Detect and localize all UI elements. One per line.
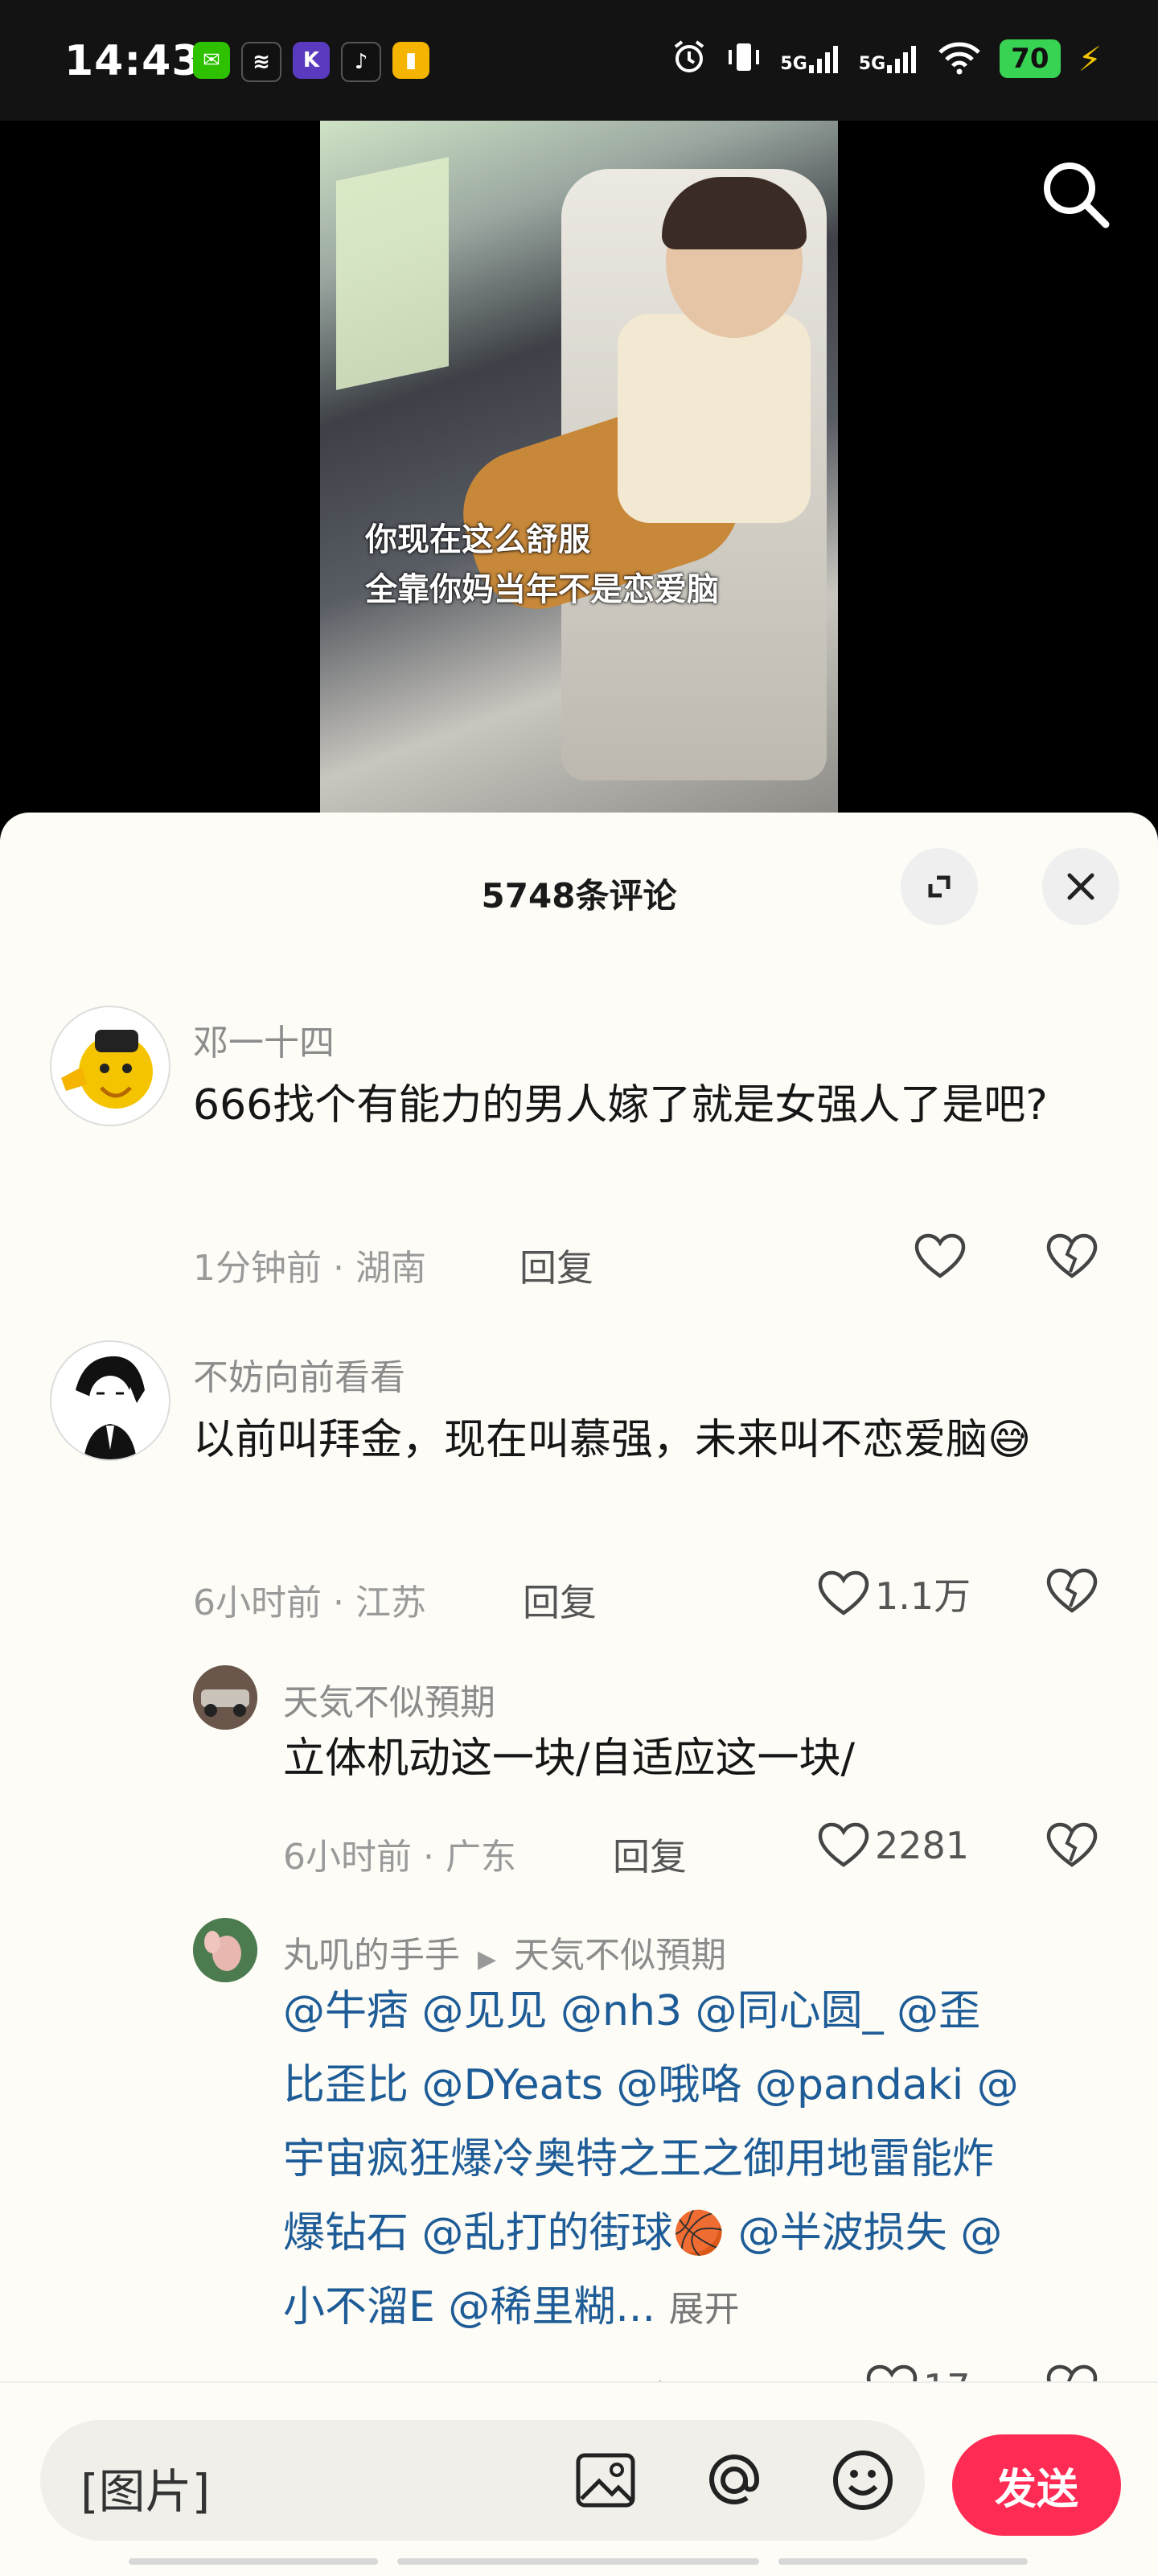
comment-input-bar: [图片] 发送 xyxy=(0,2381,1158,2576)
capcut-icon: ≋ xyxy=(241,42,281,82)
status-time: 14:43 xyxy=(64,37,202,85)
search-button[interactable] xyxy=(1036,154,1116,235)
dislike-button[interactable] xyxy=(1045,1232,1098,1284)
dislike-button[interactable] xyxy=(1045,1567,1098,1619)
reply-button[interactable]: 回复 xyxy=(613,1828,687,1881)
emoji-button[interactable] xyxy=(828,2446,897,2515)
tiktok-icon: ♪ xyxy=(341,42,381,82)
battery-indicator: 70 xyxy=(1000,39,1061,78)
emoji-icon xyxy=(833,2450,893,2510)
close-button[interactable] xyxy=(1042,848,1119,925)
mention-line-last: 小不溜E @稀里糊... 展开 xyxy=(283,2270,1127,2347)
avatar[interactable] xyxy=(50,1006,170,1126)
reply-time-location: 6小时前 · 广东 xyxy=(283,1837,516,1878)
avatar[interactable] xyxy=(193,1918,257,1982)
broken-heart-icon xyxy=(1046,1568,1098,1613)
mention-button[interactable] xyxy=(700,2446,769,2515)
mention-line[interactable]: @牛痞 @见见 @nh3 @同心圆_ @歪 xyxy=(283,1974,1127,2048)
status-bar: 14:43 ✉ ≋ K ♪ ▮ 5G 5G 70 ⚡ xyxy=(0,0,1158,121)
nav-gesture-bar xyxy=(129,2558,378,2565)
reply-text-mentions: @牛痞 @见见 @nh3 @同心圆_ @歪 比歪比 @DYeats @哦咯 @p… xyxy=(283,1974,1127,2347)
signal-5g-icon-2: 5G xyxy=(859,44,919,73)
dislike-button[interactable] xyxy=(1045,1821,1098,1873)
comment-input-placeholder: [图片] xyxy=(80,2464,211,2519)
comment-time-location: 6小时前 · 江苏 xyxy=(193,1582,426,1623)
comment-username[interactable]: 不妨向前看看 xyxy=(193,1348,405,1400)
video-scene-body xyxy=(618,314,811,523)
charging-icon: ⚡ xyxy=(1078,39,1103,79)
reply-to-username[interactable]: 天気不似預期 xyxy=(514,1935,726,1976)
files-icon: ▮ xyxy=(392,42,429,79)
signal-5g-icon: 5G xyxy=(780,44,840,73)
mention-line[interactable]: 爆钻石 @乱打的街球🏀 @半波损失 @ xyxy=(283,2196,1127,2270)
close-icon xyxy=(1067,873,1094,900)
vibrate-icon xyxy=(725,39,762,79)
comments-header: 5748条评论 xyxy=(0,813,1158,957)
image-button[interactable] xyxy=(571,2446,640,2515)
search-icon xyxy=(1044,163,1110,228)
nav-gesture-bar xyxy=(778,2558,1028,2565)
caption-line-1: 你现在这么舒服 xyxy=(365,521,590,558)
comment-time-location: 1分钟前 · 湖南 xyxy=(193,1248,426,1289)
comment-username[interactable]: 邓一十四 xyxy=(193,1014,335,1065)
heart-icon xyxy=(818,1822,869,1867)
image-icon xyxy=(576,2453,635,2508)
like-count: 1.1万 xyxy=(875,1574,971,1618)
reply-username-line: 丸叽的手手 ▶ 天気不似預期 xyxy=(283,1926,726,1977)
reply-username[interactable]: 天気不似預期 xyxy=(283,1673,495,1725)
broken-heart-icon xyxy=(1046,1822,1098,1867)
expand-icon xyxy=(928,875,951,898)
k-app-icon: K xyxy=(293,42,330,79)
reply-text: 立体机动这一块/自适应这一块/ xyxy=(283,1734,856,1783)
video-scene-screen xyxy=(336,157,449,390)
comment-text: 666找个有能力的男人嫁了就是女强人了是吧? xyxy=(193,1081,1048,1130)
caption-line-2: 全靠你妈当年不是恋爱脑 xyxy=(365,571,719,608)
at-icon xyxy=(709,2455,760,2505)
avatar[interactable] xyxy=(193,1665,257,1730)
wechat-icon: ✉ xyxy=(193,42,230,79)
avatar[interactable] xyxy=(50,1340,170,1461)
video-caption: 你现在这么舒服 全靠你妈当年不是恋爱脑 xyxy=(365,515,719,615)
heart-icon xyxy=(914,1233,966,1278)
expand-button[interactable] xyxy=(901,848,978,925)
video-frame[interactable]: 你现在这么舒服 全靠你妈当年不是恋爱脑 xyxy=(320,121,838,813)
like-button[interactable]: 2281 xyxy=(817,1821,969,1870)
notification-app-icons: ✉ ≋ K ♪ ▮ xyxy=(193,42,429,82)
like-button[interactable]: 1.1万 xyxy=(817,1567,971,1620)
system-icons: 5G 5G 70 ⚡ xyxy=(671,39,1102,79)
wifi-icon xyxy=(937,39,982,78)
heart-icon xyxy=(818,1570,869,1615)
comments-count-title: 5748条评论 xyxy=(481,876,677,916)
reply-arrow-icon: ▶ xyxy=(478,1945,497,1973)
nav-gesture-bar xyxy=(397,2558,759,2565)
reply-button[interactable]: 回复 xyxy=(523,1574,597,1627)
comment-text: 以前叫拜金，现在叫慕强，未来叫不恋爱脑😅 xyxy=(193,1416,1032,1464)
mention-line[interactable]: 比歪比 @DYeats @哦咯 @pandaki @ xyxy=(283,2048,1127,2122)
send-button[interactable]: 发送 xyxy=(952,2434,1121,2536)
broken-heart-icon xyxy=(1046,1233,1098,1278)
like-count: 2281 xyxy=(875,1824,970,1867)
reply-username[interactable]: 丸叽的手手 xyxy=(283,1935,460,1976)
alarm-icon xyxy=(671,39,708,79)
mention-line[interactable]: 宇宙疯狂爆冷奥特之王之御用地雷能炸 xyxy=(283,2122,1127,2196)
comment-input[interactable]: [图片] xyxy=(40,2420,925,2541)
mention-line[interactable]: 小不溜E @稀里糊... xyxy=(283,2283,655,2331)
comments-sheet: 5748条评论 邓一十四 666找个有能力的男人嫁了就是女强人了是吧? 1分钟前… xyxy=(0,813,1158,2574)
reply-button[interactable]: 回复 xyxy=(519,1239,593,1292)
expand-text-button[interactable]: 展开 xyxy=(669,2289,740,2330)
video-player[interactable]: 你现在这么舒服 全靠你妈当年不是恋爱脑 xyxy=(0,121,1158,813)
like-button[interactable] xyxy=(914,1232,971,1281)
